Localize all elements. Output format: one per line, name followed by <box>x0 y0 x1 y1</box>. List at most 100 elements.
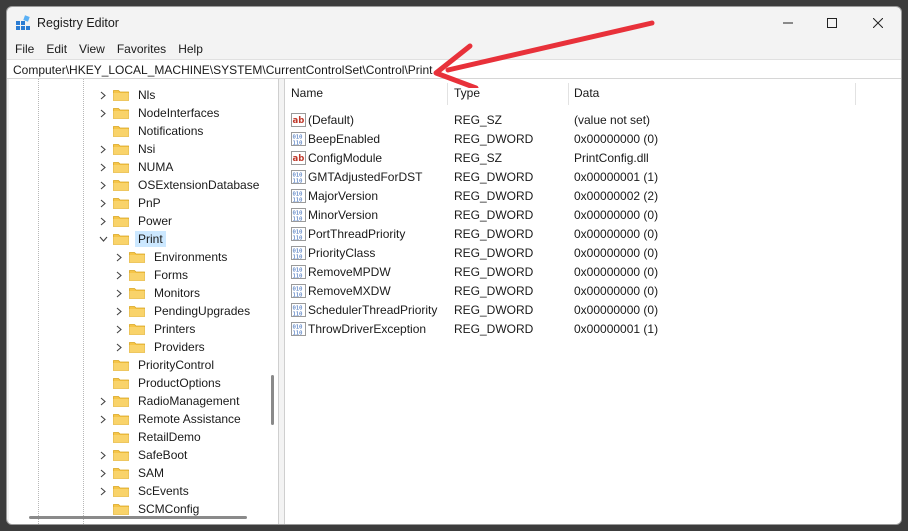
chevron-right-icon <box>100 469 106 477</box>
chevron-right-icon <box>100 145 106 153</box>
tree-item-nls[interactable]: Nls <box>97 86 158 104</box>
tree-expander[interactable] <box>97 212 109 230</box>
tree-expander[interactable] <box>97 392 109 410</box>
tree-item-scmconfig[interactable]: SCMConfig <box>97 500 202 518</box>
value-row[interactable]: 010 110 RemoveMXDW REG_DWORD 0x00000000 (0) <box>285 282 901 301</box>
tree-expander[interactable] <box>97 446 109 464</box>
key-tree-pane[interactable]: Nls NodeInterfaces Notifications Nsi NUMA OSE… <box>9 79 279 524</box>
column-header-data[interactable]: Data <box>568 79 856 107</box>
svg-text:110: 110 <box>293 179 303 185</box>
tree-expander[interactable] <box>97 86 109 104</box>
tree-item-remote-assistance[interactable]: Remote Assistance <box>97 410 244 428</box>
tree-expander[interactable] <box>97 410 109 428</box>
folder-icon <box>113 108 129 119</box>
close-button[interactable] <box>855 7 901 39</box>
value-data: 0x00000001 (1) <box>574 170 659 184</box>
tree-item-nsi[interactable]: Nsi <box>97 140 158 158</box>
binary-value-icon: 010110 <box>291 189 306 203</box>
tree-item-monitors[interactable]: Monitors <box>113 284 203 302</box>
menu-favorites[interactable]: Favorites <box>111 39 172 59</box>
value-row[interactable]: 010 110 RemoveMPDW REG_DWORD 0x00000000 (0) <box>285 263 901 282</box>
tree-vertical-scrollbar[interactable] <box>271 375 274 425</box>
chevron-right-icon <box>116 307 122 315</box>
tree-item-safeboot[interactable]: SafeBoot <box>97 446 190 464</box>
value-data: 0x00000000 (0) <box>574 246 659 260</box>
tree-item-sam[interactable]: SAM <box>97 464 167 482</box>
tree-item-retaildemo[interactable]: RetailDemo <box>97 428 204 446</box>
value-row[interactable]: 010 110 BeepEnabled REG_DWORD 0x00000000 (0) <box>285 130 901 149</box>
tree-item-label: OSExtensionDatabase <box>138 178 260 192</box>
folder-icon <box>129 270 145 281</box>
tree-item-numa[interactable]: NUMA <box>97 158 176 176</box>
column-header-type[interactable]: Type <box>448 79 568 107</box>
value-row[interactable]: ab (Default) REG_SZ (value not set) <box>285 111 901 130</box>
tree-item-power[interactable]: Power <box>97 212 175 230</box>
tree-item-label: Nls <box>138 88 156 102</box>
value-type: REG_DWORD <box>454 284 534 298</box>
tree-expander[interactable] <box>113 248 125 266</box>
tree-expander[interactable] <box>97 230 109 248</box>
tree-expander[interactable] <box>113 320 125 338</box>
value-row[interactable]: ab ConfigModule REG_SZ PrintConfig.dll <box>285 149 901 168</box>
tree-item-osextensiondatabase[interactable]: OSExtensionDatabase <box>97 176 262 194</box>
value-row[interactable]: 010 110 PriorityClass REG_DWORD 0x00000000 (… <box>285 244 901 263</box>
tree-item-nodeinterfaces[interactable]: NodeInterfaces <box>97 104 222 122</box>
tree-item-forms[interactable]: Forms <box>113 266 191 284</box>
tree-expander[interactable] <box>113 338 125 356</box>
value-row[interactable]: 010 110 MajorVersion REG_DWORD 0x00000002 (2… <box>285 187 901 206</box>
minimize-button[interactable] <box>765 7 811 39</box>
value-row[interactable]: 010 110 ThrowDriverException REG_DWORD 0x000… <box>285 320 901 339</box>
tree-item-prioritycontrol[interactable]: PriorityControl <box>97 356 217 374</box>
value-type: REG_DWORD <box>454 227 534 241</box>
tree-expander[interactable] <box>97 140 109 158</box>
menu-view[interactable]: View <box>73 39 111 59</box>
tree-item-print[interactable]: Print <box>97 230 166 248</box>
tree-item-label: Environments <box>154 250 228 264</box>
column-header-name[interactable]: Name <box>285 79 448 107</box>
tree-expander <box>97 500 109 518</box>
chevron-right-icon <box>100 397 106 405</box>
tree-expander[interactable] <box>97 464 109 482</box>
values-list-pane[interactable]: Name Type Data ab (Default) REG_SZ (value n… <box>284 79 901 524</box>
title-bar[interactable]: Registry Editor <box>7 7 901 39</box>
tree-item-notifications[interactable]: Notifications <box>97 122 206 140</box>
chevron-right-icon <box>100 451 106 459</box>
tree-item-pnp[interactable]: PnP <box>97 194 164 212</box>
value-data: PrintConfig.dll <box>574 151 649 165</box>
tree-item-productoptions[interactable]: ProductOptions <box>97 374 224 392</box>
tree-item-printers[interactable]: Printers <box>113 320 198 338</box>
tree-expander[interactable] <box>97 158 109 176</box>
value-row[interactable]: 010 110 MinorVersion REG_DWORD 0x00000000 (0… <box>285 206 901 225</box>
tree-item-providers[interactable]: Providers <box>113 338 208 356</box>
window-title: Registry Editor <box>37 16 119 30</box>
tree-item-pendingupgrades[interactable]: PendingUpgrades <box>113 302 253 320</box>
tree-item-label: Power <box>138 214 173 228</box>
tree-expander[interactable] <box>113 284 125 302</box>
tree-expander[interactable] <box>113 266 125 284</box>
tree-expander[interactable] <box>97 104 109 122</box>
menu-edit[interactable]: Edit <box>40 39 73 59</box>
column-divider[interactable] <box>855 83 856 105</box>
menu-help[interactable]: Help <box>172 39 209 59</box>
tree-item-scevents[interactable]: ScEvents <box>97 482 192 500</box>
value-data: 0x00000002 (2) <box>574 189 659 203</box>
chevron-right-icon <box>100 217 106 225</box>
value-row[interactable]: 010 110 PortThreadPriority REG_DWORD 0x00000… <box>285 225 901 244</box>
tree-item-label: Remote Assistance <box>138 412 241 426</box>
chevron-right-icon <box>100 415 106 423</box>
value-row[interactable]: 010 110 SchedulerThreadPriority REG_DWORD 0x… <box>285 301 901 320</box>
tree-expander[interactable] <box>97 482 109 500</box>
menu-file[interactable]: File <box>9 39 40 59</box>
value-row[interactable]: 010 110 GMTAdjustedForDST REG_DWORD 0x000000… <box>285 168 901 187</box>
maximize-button[interactable] <box>809 7 855 39</box>
tree-expander[interactable] <box>113 302 125 320</box>
tree-expander[interactable] <box>97 176 109 194</box>
tree-item-label: PnP <box>138 196 161 210</box>
address-bar[interactable]: Computer\HKEY_LOCAL_MACHINE\SYSTEM\Curre… <box>7 59 901 79</box>
tree-expander[interactable] <box>97 194 109 212</box>
tree-item-radiomanagement[interactable]: RadioManagement <box>97 392 242 410</box>
string-value-icon: ab <box>291 113 306 127</box>
folder-icon <box>113 468 129 479</box>
tree-item-label: Forms <box>154 268 188 282</box>
tree-item-environments[interactable]: Environments <box>113 248 230 266</box>
